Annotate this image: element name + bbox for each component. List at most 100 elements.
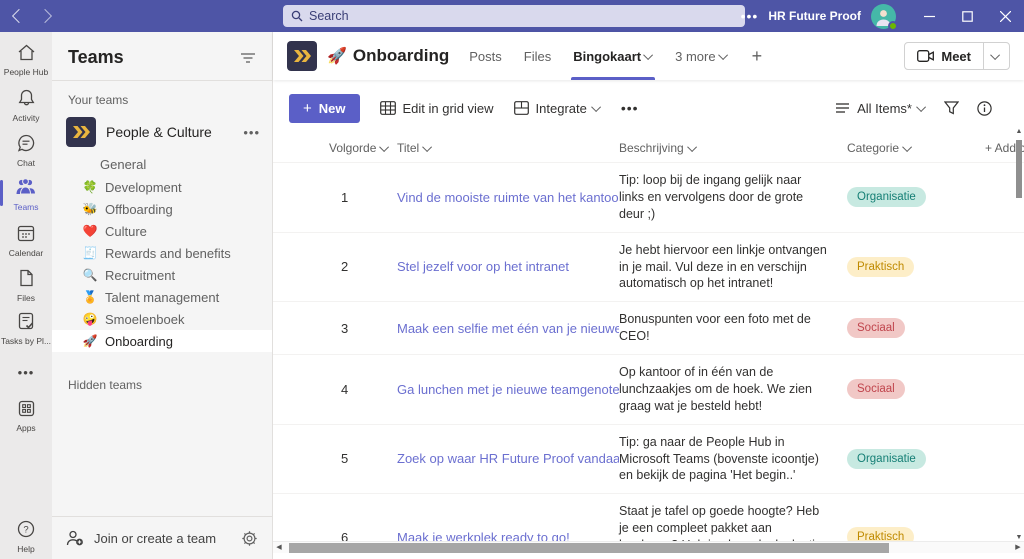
meet-dropdown-button[interactable]: [983, 43, 1009, 69]
channel-item-culture[interactable]: ❤️ Culture: [52, 220, 272, 242]
cell-volgorde: 4: [329, 382, 397, 397]
vertical-scroll-thumb[interactable]: [1016, 140, 1022, 198]
meet-button[interactable]: Meet: [905, 49, 983, 64]
file-icon: [19, 269, 34, 287]
channel-item-offboarding[interactable]: 🐝 Offboarding: [52, 198, 272, 220]
hidden-teams-label[interactable]: Hidden teams: [52, 352, 272, 392]
account-name[interactable]: HR Future Proof: [768, 9, 861, 23]
tab-files[interactable]: Files: [524, 32, 551, 80]
team-more-icon[interactable]: •••: [243, 125, 260, 140]
channel-item-development[interactable]: 🍀 Development: [52, 176, 272, 198]
rail-item-files[interactable]: Files: [0, 269, 52, 303]
rail-item-tasks[interactable]: Tasks by Pl...: [0, 312, 52, 346]
scroll-up-icon[interactable]: ▲: [1014, 128, 1024, 135]
active-tab-underline: [571, 77, 655, 80]
rail-item-teams[interactable]: Teams: [0, 178, 52, 212]
toolbar-more-icon[interactable]: •••: [621, 100, 639, 116]
integrate-button[interactable]: Integrate: [514, 101, 601, 116]
scroll-right-icon[interactable]: ▶: [1012, 542, 1024, 554]
rail-item-people-hub[interactable]: People Hub: [0, 44, 52, 77]
camera-icon: [917, 50, 934, 62]
channel-item-smoelenboek[interactable]: 🤪 Smoelenboek: [52, 308, 272, 330]
rail-item-chat[interactable]: Chat: [0, 134, 52, 168]
join-or-create-team-button[interactable]: Join or create a team: [94, 531, 231, 546]
rail-item-help[interactable]: ? Help: [0, 520, 52, 554]
view-selector[interactable]: All Items*: [836, 101, 926, 116]
vertical-scrollbar[interactable]: ▲ ▼: [1014, 128, 1024, 541]
table-row[interactable]: 1 Vind de mooiste ruimte van het kantoor…: [273, 162, 1024, 232]
cell-volgorde: 1: [329, 190, 397, 205]
avatar[interactable]: [871, 4, 896, 29]
channel-name: Talent management: [105, 290, 219, 305]
cell-titel-link[interactable]: Ga lunchen met je nieuwe teamgenoten: [397, 382, 619, 397]
back-icon[interactable]: [12, 9, 26, 23]
channel-title: Onboarding: [353, 46, 449, 66]
cell-titel-link[interactable]: Zoek op waar HR Future Proof vandaa...: [397, 451, 619, 466]
minimize-button[interactable]: [910, 0, 948, 32]
channel-emoji-icon: 🚀: [82, 334, 98, 348]
channel-item-rewards-and-benefits[interactable]: 🧾 Rewards and benefits: [52, 242, 272, 264]
channel-name: Recruitment: [105, 268, 175, 283]
channel-item-onboarding[interactable]: 🚀 Onboarding: [52, 330, 272, 352]
table-row[interactable]: 3 Maak een selfie met één van je nieuwe.…: [273, 301, 1024, 354]
tasks-icon: [18, 312, 34, 330]
category-badge: Sociaal: [847, 318, 905, 338]
column-header-volgorde[interactable]: Volgorde: [329, 141, 397, 155]
person-add-icon: [66, 530, 84, 546]
search-input[interactable]: Search: [283, 5, 745, 27]
rail-item-activity[interactable]: Activity: [0, 89, 52, 123]
filter-teams-icon[interactable]: [240, 52, 256, 64]
table-row[interactable]: 5 Zoek op waar HR Future Proof vandaa...…: [273, 424, 1024, 494]
channel-item-talent-management[interactable]: 🏅 Talent management: [52, 286, 272, 308]
tab-posts[interactable]: Posts: [469, 32, 502, 80]
search-icon: [291, 10, 303, 22]
rail-item-apps[interactable]: Apps: [0, 400, 52, 433]
horizontal-scrollbar[interactable]: ◀ ▶: [273, 541, 1024, 553]
view-list-icon: [836, 103, 850, 113]
channel-name: Offboarding: [105, 202, 173, 217]
channel-general[interactable]: General: [52, 149, 272, 176]
category-badge: Organisatie: [847, 449, 926, 469]
column-header-titel[interactable]: Titel: [397, 141, 619, 155]
list-header-row: Volgorde Titel Beschrijving Categorie + …: [273, 134, 1024, 162]
titlebar-more-icon[interactable]: •••: [731, 8, 769, 24]
column-header-beschrijving[interactable]: Beschrijving: [619, 141, 847, 155]
calendar-icon: [17, 224, 35, 242]
rail-item-calendar[interactable]: Calendar: [0, 224, 52, 258]
team-row-people-culture[interactable]: People & Culture •••: [52, 115, 272, 149]
maximize-button[interactable]: [948, 0, 986, 32]
channel-name: Culture: [105, 224, 147, 239]
list-area: Volgorde Titel Beschrijving Categorie + …: [273, 134, 1024, 555]
cell-titel-link[interactable]: Stel jezelf voor op het intranet: [397, 259, 619, 274]
add-tab-button[interactable]: +: [752, 46, 763, 67]
presence-status-icon: [888, 21, 898, 31]
apps-icon: [18, 400, 35, 417]
forward-icon[interactable]: [38, 9, 52, 23]
cell-titel-link[interactable]: Maak een selfie met één van je nieuwe...: [397, 321, 619, 336]
horizontal-scroll-thumb[interactable]: [289, 543, 889, 553]
filter-icon[interactable]: [944, 101, 959, 115]
column-header-categorie[interactable]: Categorie: [847, 141, 985, 155]
chevron-down-icon: [902, 142, 912, 152]
info-icon[interactable]: [977, 101, 992, 116]
close-button[interactable]: [986, 0, 1024, 32]
channel-emoji-icon: 🤪: [82, 312, 98, 326]
cell-titel-link[interactable]: Vind de mooiste ruimte van het kantoor: [397, 190, 619, 205]
list-toolbar: + New Edit in grid view Integrate ••• Al…: [273, 92, 1024, 124]
tab-more[interactable]: 3 more: [675, 32, 727, 80]
scroll-left-icon[interactable]: ◀: [273, 542, 285, 554]
channel-item-recruitment[interactable]: 🔍 Recruitment: [52, 264, 272, 286]
rail-more-apps-icon[interactable]: •••: [0, 364, 52, 382]
your-teams-label: Your teams: [52, 81, 272, 115]
table-row[interactable]: 2 Stel jezelf voor op het intranet Je he…: [273, 232, 1024, 302]
tab-bingokaart[interactable]: Bingokaart: [573, 32, 653, 80]
channel-emoji-icon: 🧾: [82, 246, 98, 260]
scroll-down-icon[interactable]: ▼: [1014, 534, 1024, 541]
new-item-button[interactable]: + New: [289, 94, 360, 123]
gear-icon[interactable]: [241, 530, 258, 547]
app-rail: People Hub Activity Chat Teams Calendar …: [0, 32, 52, 559]
table-row[interactable]: 4 Ga lunchen met je nieuwe teamgenoten O…: [273, 354, 1024, 424]
edit-grid-view-button[interactable]: Edit in grid view: [380, 101, 494, 116]
team-name: People & Culture: [106, 124, 233, 140]
channel-name: Smoelenboek: [105, 312, 185, 327]
